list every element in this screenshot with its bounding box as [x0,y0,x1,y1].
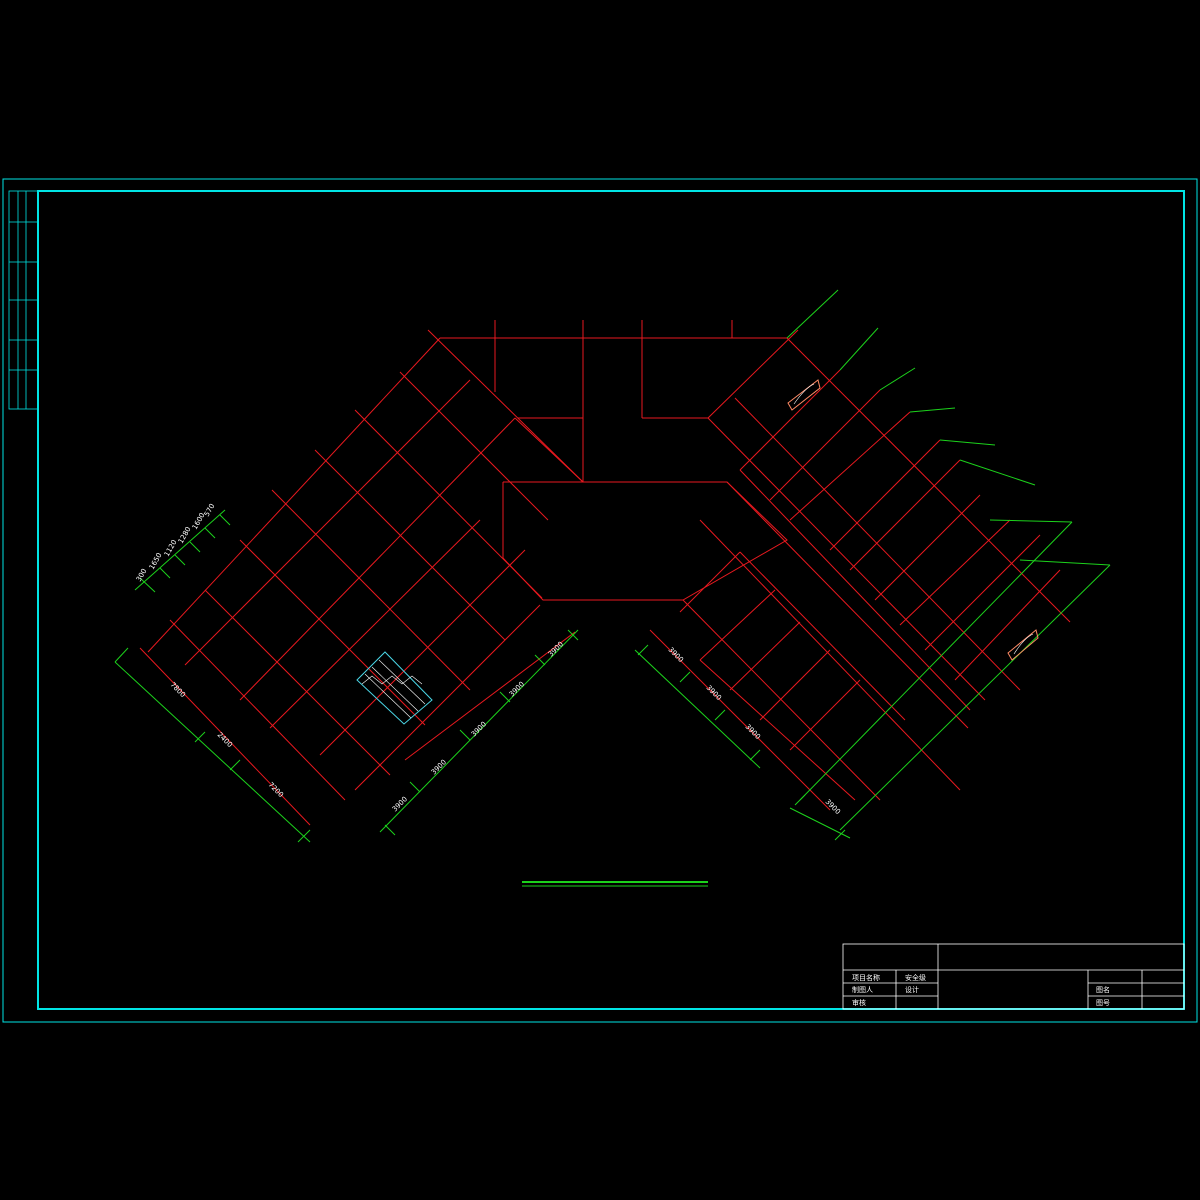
drawing-no-label: 图号 [1096,999,1110,1007]
right-dimension-texts: 3900 3900 3900 3900 [667,646,842,816]
structure-lines [139,320,1071,826]
dimension-lines [114,289,1111,843]
left-end-dimension-texts: 300 1650 1120 1280 1600 570 [135,502,217,583]
dim-text: 3900 [430,758,448,776]
fixture-icon [1007,629,1039,661]
dim-text: 570 [203,502,217,518]
dim-text: 300 [135,567,149,583]
safety-label: 安全级 [905,973,926,982]
revision-strip [8,190,39,410]
scale-bar [522,881,708,887]
dim-text: 3900 [391,795,409,813]
dim-text: 3900 [744,723,762,741]
cad-drawing: 7800 2400 7200 3900 3900 3900 3900 3900 … [2,178,1198,1023]
project-name-label: 项目名称 [852,973,880,982]
review-label: 审核 [852,998,866,1007]
dim-text: 7800 [169,681,187,699]
dim-text: 3900 [508,680,526,698]
design-label: 设计 [905,985,919,994]
drawing-name-label: 图名 [1096,985,1110,994]
dim-text: 3900 [470,720,488,738]
title-block [842,943,1185,1010]
dim-text: 3900 [705,684,723,702]
dim-text: 3900 [667,646,685,664]
dim-text: 2400 [216,731,234,749]
dim-text: 3900 [547,640,565,658]
stair-icon [356,651,433,725]
drawer-label: 制图人 [852,985,873,994]
dim-text: 1650 [148,552,164,571]
left-inner-dimension-texts: 3900 3900 3900 3900 3900 [391,640,565,813]
